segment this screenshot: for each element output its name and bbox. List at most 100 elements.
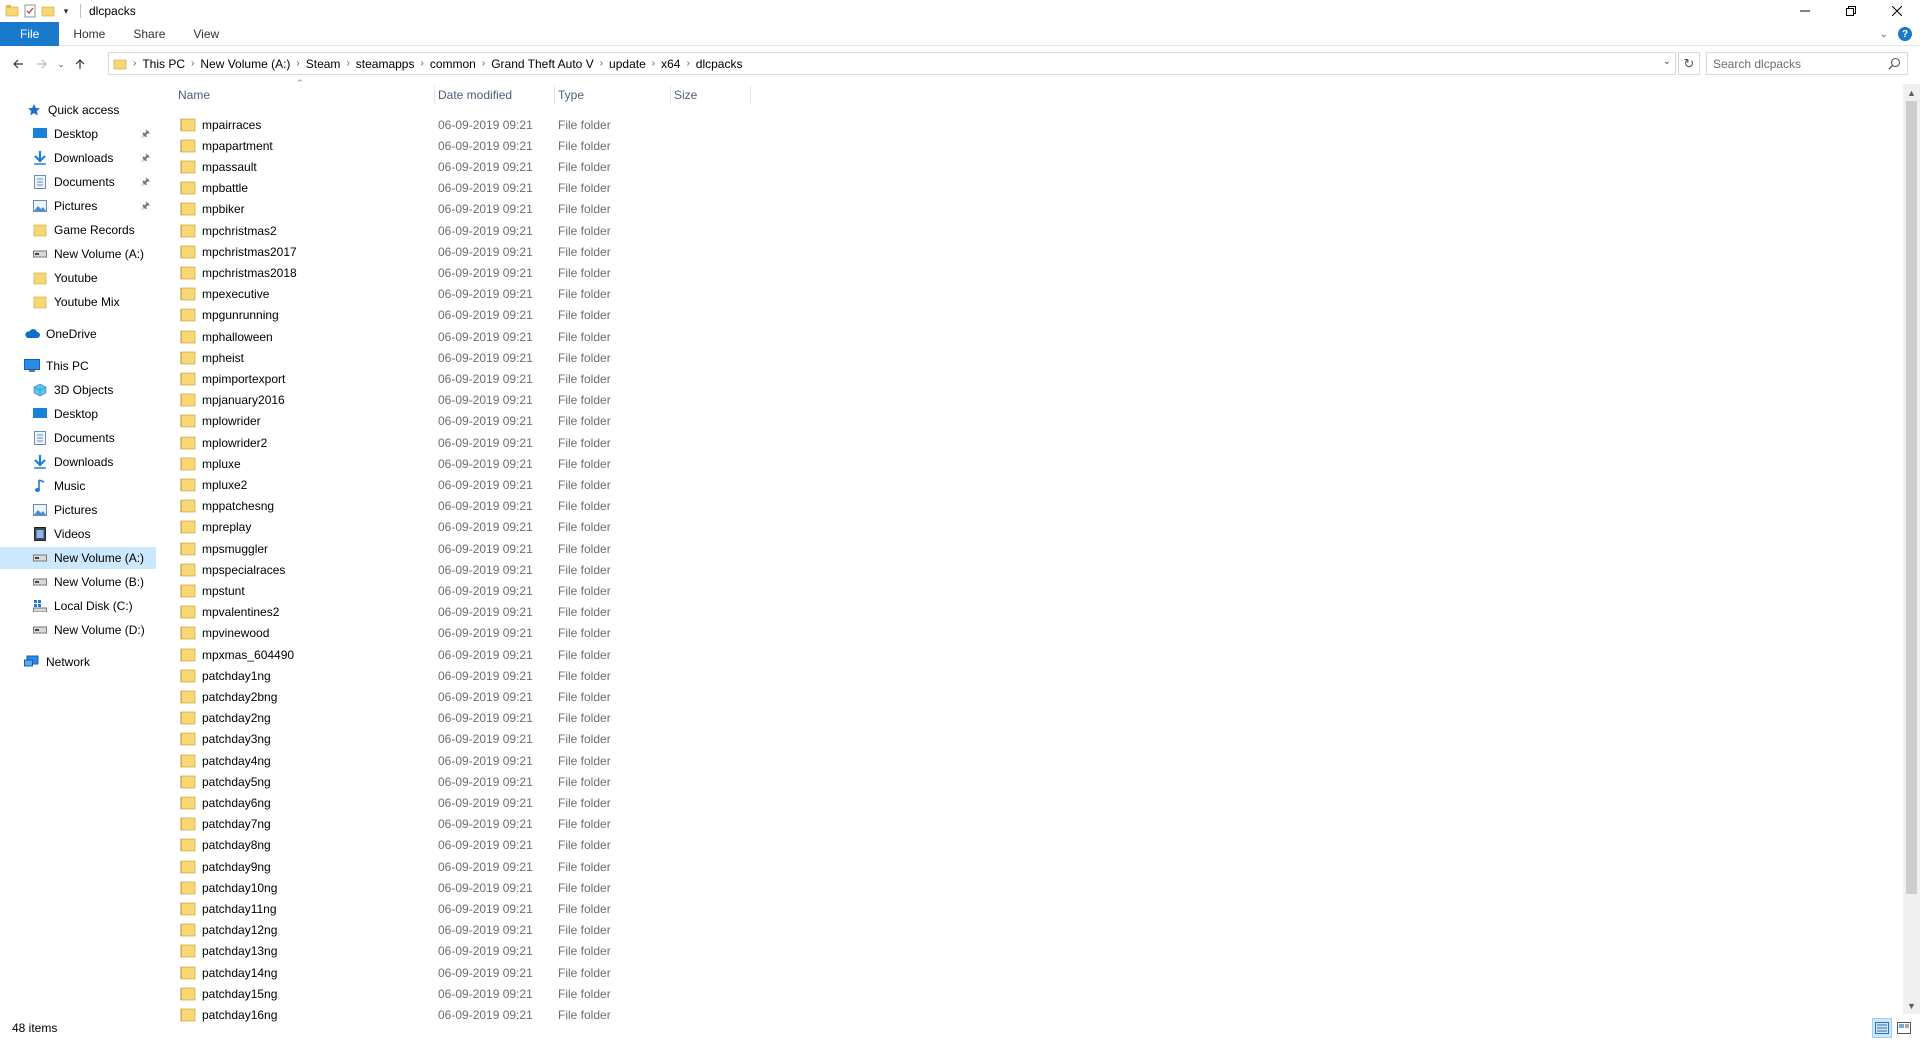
- breadcrumb-update[interactable]: update: [605, 57, 650, 71]
- file-name-cell[interactable]: mpbattle: [176, 181, 436, 195]
- file-name-cell[interactable]: mpexecutive: [176, 287, 436, 301]
- breadcrumb-x64[interactable]: x64: [657, 57, 684, 71]
- file-row[interactable]: patchday5ng 06-09-2019 09:21 File folder: [176, 771, 756, 792]
- file-name-cell[interactable]: mpvinewood: [176, 626, 436, 640]
- breadcrumb-separator-icon[interactable]: ›: [480, 58, 487, 69]
- column-header-date-modified[interactable]: Date modified: [436, 84, 554, 106]
- file-name-cell[interactable]: patchday11ng: [176, 902, 436, 916]
- breadcrumb-this-pc[interactable]: This PC: [138, 57, 189, 71]
- file-row[interactable]: mpapartment 06-09-2019 09:21 File folder: [176, 135, 756, 156]
- address-bar[interactable]: › This PC › New Volume (A:) › Steam › st…: [108, 52, 1676, 75]
- file-row[interactable]: patchday2bng 06-09-2019 09:21 File folder: [176, 686, 756, 707]
- file-name-cell[interactable]: mpxmas_604490: [176, 648, 436, 662]
- file-name-cell[interactable]: mpchristmas2017: [176, 245, 436, 259]
- sidebar-item-videos[interactable]: Videos: [0, 523, 156, 545]
- pin-icon[interactable]: 🖈: [141, 175, 150, 192]
- column-divider[interactable]: [554, 86, 555, 104]
- breadcrumb-new-volume-a[interactable]: New Volume (A:): [196, 57, 294, 71]
- file-row[interactable]: patchday11ng 06-09-2019 09:21 File folder: [176, 898, 756, 919]
- file-name-cell[interactable]: patchday1ng: [176, 669, 436, 683]
- column-header-size[interactable]: Size: [672, 84, 750, 106]
- file-row[interactable]: mpspecialraces 06-09-2019 09:21 File folde…: [176, 559, 756, 580]
- column-header-type[interactable]: Type: [556, 84, 670, 106]
- pin-icon[interactable]: 🖈: [141, 127, 150, 144]
- breadcrumb-gta-v[interactable]: Grand Theft Auto V: [487, 57, 598, 71]
- pin-icon[interactable]: 🖈: [141, 151, 150, 168]
- file-row[interactable]: mpxmas_604490 06-09-2019 09:21 File folder: [176, 644, 756, 665]
- breadcrumb-separator-icon[interactable]: ›: [189, 58, 196, 69]
- file-name-cell[interactable]: patchday2bng: [176, 690, 436, 704]
- file-name-cell[interactable]: patchday13ng: [176, 944, 436, 958]
- new-folder-icon[interactable]: [40, 3, 56, 19]
- scrollbar-thumb[interactable]: [1906, 101, 1917, 894]
- breadcrumb-steamapps[interactable]: steamapps: [352, 57, 419, 71]
- file-name-cell[interactable]: mpairraces: [176, 118, 436, 132]
- file-row[interactable]: mpvalentines2 06-09-2019 09:21 File folder: [176, 602, 756, 623]
- file-row[interactable]: mpreplay 06-09-2019 09:21 File folder: [176, 517, 756, 538]
- help-icon[interactable]: ?: [1898, 27, 1912, 41]
- breadcrumb-separator-icon[interactable]: ›: [598, 58, 605, 69]
- file-row[interactable]: mpvinewood 06-09-2019 09:21 File folder: [176, 623, 756, 644]
- sidebar-item-new-volume-d[interactable]: New Volume (D:): [0, 619, 156, 641]
- sidebar-item-local-disk-c[interactable]: Local Disk (C:): [0, 595, 156, 617]
- file-row[interactable]: patchday4ng 06-09-2019 09:21 File folder: [176, 750, 756, 771]
- file-name-cell[interactable]: mpapartment: [176, 139, 436, 153]
- file-row[interactable]: patchday10ng 06-09-2019 09:21 File folder: [176, 877, 756, 898]
- file-name-cell[interactable]: patchday5ng: [176, 775, 436, 789]
- file-row[interactable]: mpluxe2 06-09-2019 09:21 File folder: [176, 474, 756, 495]
- file-row[interactable]: mpchristmas2018 06-09-2019 09:21 File fold…: [176, 262, 756, 283]
- sidebar-item-new-volume-b[interactable]: New Volume (B:): [0, 571, 156, 593]
- file-name-cell[interactable]: patchday4ng: [176, 754, 436, 768]
- large-icons-view-button[interactable]: [1894, 1018, 1914, 1038]
- expand-ribbon-icon[interactable]: ⌄: [1880, 29, 1888, 40]
- file-name-cell[interactable]: mpchristmas2018: [176, 266, 436, 280]
- file-name-cell[interactable]: mpstunt: [176, 584, 436, 598]
- file-row[interactable]: mpjanuary2016 06-09-2019 09:21 File folder: [176, 390, 756, 411]
- file-name-cell[interactable]: patchday8ng: [176, 838, 436, 852]
- scroll-up-icon[interactable]: ▲: [1903, 84, 1920, 101]
- file-name-cell[interactable]: patchday9ng: [176, 860, 436, 874]
- file-name-cell[interactable]: mplowrider: [176, 414, 436, 428]
- tab-file[interactable]: File: [0, 21, 60, 46]
- file-name-cell[interactable]: patchday15ng: [176, 987, 436, 1001]
- breadcrumb-separator-icon[interactable]: ›: [418, 58, 425, 69]
- tab-view[interactable]: View: [179, 22, 233, 46]
- sidebar-item-documents[interactable]: Documents: [0, 427, 156, 449]
- restore-button[interactable]: [1828, 0, 1874, 22]
- file-row[interactable]: mphalloween 06-09-2019 09:21 File folder: [176, 326, 756, 347]
- file-name-cell[interactable]: patchday12ng: [176, 923, 436, 937]
- address-history-dropdown-icon[interactable]: ⌄: [1663, 56, 1671, 67]
- file-row[interactable]: mpluxe 06-09-2019 09:21 File folder: [176, 453, 756, 474]
- file-row[interactable]: patchday14ng 06-09-2019 09:21 File folder: [176, 962, 756, 983]
- file-name-cell[interactable]: mpjanuary2016: [176, 393, 436, 407]
- file-name-cell[interactable]: mpassault: [176, 160, 436, 174]
- tab-home[interactable]: Home: [59, 22, 119, 46]
- sidebar-item-music[interactable]: Music: [0, 475, 156, 497]
- file-row[interactable]: mpchristmas2 06-09-2019 09:21 File folder: [176, 220, 756, 241]
- breadcrumb-separator-icon[interactable]: ›: [294, 58, 301, 69]
- file-row[interactable]: mpairraces 06-09-2019 09:21 File folder: [176, 114, 756, 135]
- sidebar-item-desktop[interactable]: Desktop: [0, 403, 156, 425]
- file-row[interactable]: mpsmuggler 06-09-2019 09:21 File folder: [176, 538, 756, 559]
- file-row[interactable]: mpchristmas2017 06-09-2019 09:21 File fold…: [176, 241, 756, 262]
- sidebar-item-new-volume-a[interactable]: New Volume (A:): [0, 547, 156, 569]
- file-name-cell[interactable]: mpbiker: [176, 202, 436, 216]
- search-input[interactable]: Search dlcpacks: [1706, 52, 1908, 75]
- sidebar-item-downloads-quick[interactable]: Downloads 🖈: [0, 147, 156, 169]
- file-name-cell[interactable]: mpheist: [176, 351, 436, 365]
- breadcrumb-separator-icon[interactable]: ›: [650, 58, 657, 69]
- back-button[interactable]: [6, 52, 30, 76]
- vertical-scrollbar[interactable]: ▲ ▼: [1903, 84, 1920, 1014]
- file-row[interactable]: patchday7ng 06-09-2019 09:21 File folder: [176, 814, 756, 835]
- sidebar-item-downloads[interactable]: Downloads: [0, 451, 156, 473]
- breadcrumb-steam[interactable]: Steam: [302, 57, 345, 71]
- file-name-cell[interactable]: mpspecialraces: [176, 563, 436, 577]
- breadcrumb-separator-icon[interactable]: ›: [344, 58, 351, 69]
- file-name-cell[interactable]: mpreplay: [176, 520, 436, 534]
- column-divider[interactable]: [670, 86, 671, 104]
- file-row[interactable]: patchday8ng 06-09-2019 09:21 File folder: [176, 835, 756, 856]
- file-name-cell[interactable]: patchday10ng: [176, 881, 436, 895]
- sidebar-item-documents-quick[interactable]: Documents 🖈: [0, 171, 156, 193]
- file-row[interactable]: patchday9ng 06-09-2019 09:21 File folder: [176, 856, 756, 877]
- sidebar-item-youtube[interactable]: Youtube: [0, 267, 156, 289]
